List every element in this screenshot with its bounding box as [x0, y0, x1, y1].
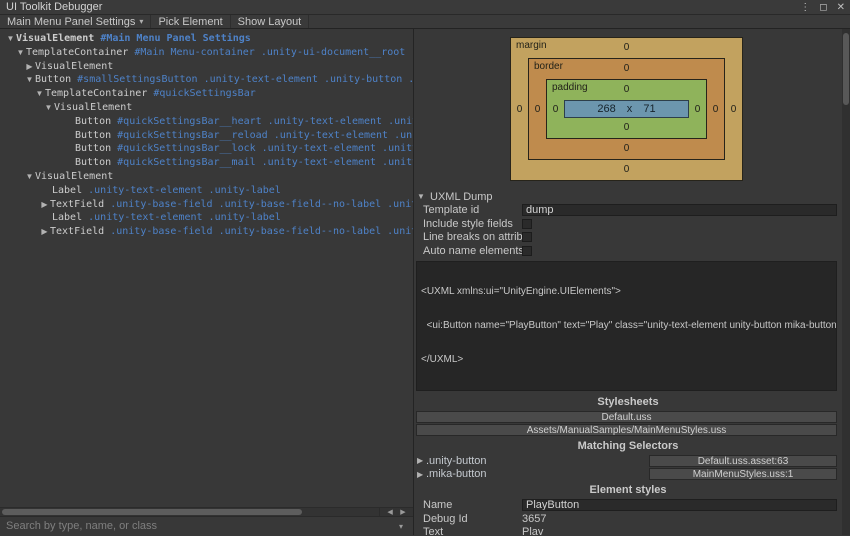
selector-name: .unity-button [426, 454, 487, 467]
box-model-margin: margin 0 0 border 0 0 padding 0 0 268 x … [510, 37, 743, 181]
foldout-closed-icon[interactable]: ▶ [417, 470, 426, 479]
selector-name: .mika-button [426, 468, 487, 481]
matching-selectors-header: Matching Selectors [577, 440, 679, 453]
tree-row[interactable]: ▶ TextField .unity-base-field .unity-base… [0, 198, 413, 212]
line-breaks-row: Line breaks on attributes [414, 230, 842, 244]
chevron-down-icon: ▾ [139, 17, 144, 26]
box-model-content-size: 268 x 71 [564, 100, 689, 118]
scroll-right-icon[interactable]: ▶ [400, 508, 405, 516]
uxml-code-block: <UXML xmlns:ui="UnityEngine.UIElements">… [416, 260, 837, 392]
selector-source-button[interactable]: MainMenuStyles.uss:1 [649, 468, 837, 481]
uxml-code-line: <ui:Button name="PlayButton" text="Play"… [421, 320, 837, 332]
tree-row[interactable]: Button #quickSettingsBar__lock .unity-te… [0, 142, 413, 156]
chevron-down-icon[interactable]: ▼ [43, 101, 54, 115]
tree-row[interactable]: ▼ TemplateContainer #quickSettingsBar [0, 87, 413, 101]
element-styles-header: Element styles [589, 484, 667, 497]
tree-row[interactable]: Label .unity-text-element .unity-label [0, 184, 413, 198]
box-model-border: border 0 0 padding 0 0 268 x 71 0 0 0 0 [528, 58, 725, 160]
tree-row[interactable]: ▼ Button #smallSettingsButton .unity-text… [0, 73, 413, 87]
horizontal-scrollbar[interactable]: ◀ ▶ [0, 507, 413, 516]
chevron-down-icon[interactable]: ▼ [5, 32, 16, 46]
panel-selector-dropdown[interactable]: Main Menu Panel Settings ▾ [0, 15, 152, 28]
selector-row: ▶ .mika-button MainMenuStyles.uss:1 [414, 468, 842, 482]
include-style-fields-row: Include style fields [414, 217, 842, 231]
debug-id-row: Debug Id 3657 [414, 512, 842, 526]
chevron-down-icon[interactable]: ▼ [24, 170, 35, 184]
title-bar: UI Toolkit Debugger ⋮ ◻ ✕ [0, 0, 850, 15]
name-row: Name [414, 498, 842, 512]
scrollbar-thumb[interactable] [843, 33, 849, 105]
include-style-fields-checkbox[interactable] [522, 218, 532, 229]
menu-icon[interactable]: ⋮ [800, 2, 810, 13]
template-id-row: Template id [414, 203, 842, 217]
scrollbar-thumb[interactable] [2, 509, 302, 515]
tree-row[interactable]: ▶ TextField .unity-base-field .unity-base… [0, 225, 413, 239]
tree-row[interactable]: Button #quickSettingsBar__heart .unity-t… [0, 115, 413, 129]
selector-source-button[interactable]: Default.uss.asset:63 [649, 454, 837, 467]
box-model-padding: padding 0 0 268 x 71 0 0 [546, 79, 707, 139]
close-icon[interactable]: ✕ [837, 2, 845, 13]
tree-row[interactable]: Label .unity-text-element .unity-label [0, 211, 413, 225]
uxml-code-line: </UXML> [421, 354, 464, 366]
vertical-scrollbar[interactable] [842, 29, 850, 535]
template-id-input[interactable] [522, 203, 837, 216]
tree-row[interactable]: ▼ TemplateContainer #Main Menu-container … [0, 46, 413, 60]
selector-row: ▶ .unity-button Default.uss.asset:63 [414, 454, 842, 468]
maximize-icon[interactable]: ◻ [819, 2, 827, 13]
search-options-caret-icon[interactable]: ▾ [395, 522, 407, 531]
stylesheets-header: Stylesheets [597, 396, 659, 409]
toolbar: Main Menu Panel Settings ▾ Pick Element … [0, 15, 850, 29]
hierarchy-panel: ▼ VisualElement #Main Menu Panel Settings… [0, 29, 414, 535]
details-panel: margin 0 0 border 0 0 padding 0 0 268 x … [414, 29, 850, 535]
element-tree: ▼ VisualElement #Main Menu Panel Settings… [0, 29, 413, 507]
line-breaks-checkbox[interactable] [522, 232, 532, 243]
window-title: UI Toolkit Debugger [6, 1, 103, 13]
chevron-right-icon[interactable]: ▶ [24, 60, 35, 74]
tree-row[interactable]: Button #quickSettingsBar__reload .unity-… [0, 129, 413, 143]
text-row: Text Play [414, 525, 842, 535]
tree-row[interactable]: ▼ VisualElement [0, 101, 413, 115]
stylesheet-button[interactable]: Default.uss [416, 411, 837, 424]
debug-id-value: 3657 [522, 512, 547, 525]
uxml-dump-foldout[interactable]: ▼ UXML Dump [414, 190, 842, 203]
tree-row[interactable]: Button #quickSettingsBar__mail .unity-te… [0, 156, 413, 170]
tree-row[interactable]: ▼ VisualElement #Main Menu Panel Settings [0, 32, 413, 46]
tree-row[interactable]: ▼ VisualElement [0, 170, 413, 184]
foldout-closed-icon[interactable]: ▶ [417, 456, 426, 465]
ui-toolkit-debugger-window: UI Toolkit Debugger ⋮ ◻ ✕ Main Menu Pane… [0, 0, 850, 536]
chevron-down-icon[interactable]: ▼ [24, 73, 35, 87]
panel-selector-label: Main Menu Panel Settings [7, 15, 136, 28]
chevron-right-icon[interactable]: ▶ [39, 198, 50, 212]
tree-row[interactable]: ▶ VisualElement [0, 60, 413, 74]
search-bar: ▾ [0, 516, 413, 535]
text-value: Play [522, 526, 544, 535]
uxml-dump-header: UXML Dump [430, 190, 493, 203]
name-input[interactable] [522, 498, 837, 511]
auto-name-checkbox[interactable] [522, 245, 532, 256]
pick-element-button[interactable]: Pick Element [151, 15, 231, 28]
uxml-code-line: <UXML xmlns:ui="UnityEngine.UIElements"> [421, 286, 621, 298]
auto-name-row: Auto name elements [414, 244, 842, 258]
chevron-down-icon[interactable]: ▼ [34, 87, 45, 101]
show-layout-button[interactable]: Show Layout [231, 15, 310, 28]
chevron-right-icon[interactable]: ▶ [39, 225, 50, 239]
chevron-down-icon[interactable]: ▼ [15, 46, 26, 60]
stylesheet-button[interactable]: Assets/ManualSamples/MainMenuStyles.uss [416, 424, 837, 437]
box-model-diagram: margin 0 0 border 0 0 padding 0 0 268 x … [510, 37, 743, 181]
foldout-open-icon[interactable]: ▼ [417, 192, 426, 201]
search-input[interactable] [6, 520, 395, 532]
scroll-left-icon[interactable]: ◀ [387, 508, 392, 516]
